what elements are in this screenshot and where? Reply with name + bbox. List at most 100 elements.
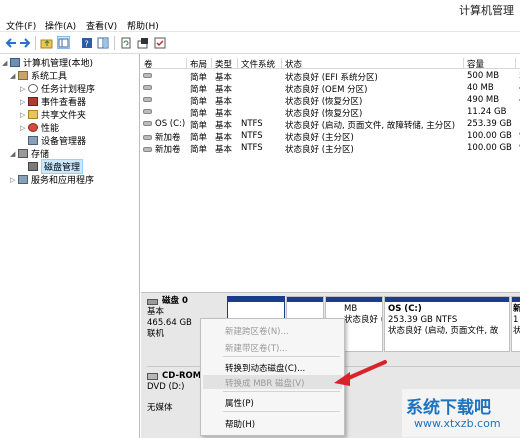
col-status[interactable]: 状态 [282,58,464,70]
col-volume[interactable]: 卷 [141,58,187,70]
table-row[interactable]: 新加卷简单基本NTFS状态良好 (主分区)100.00 GB9 [141,130,520,143]
menu-file[interactable]: 文件(F) [6,19,36,32]
clock-icon [28,84,38,93]
col-type[interactable]: 类型 [212,58,238,70]
table-cell: 新加卷 [143,143,181,155]
table-row[interactable]: 新加卷简单基本NTFS状态良好 (主分区)100.00 GB9 [141,142,520,155]
menu-item-new-spanned-volume[interactable]: 新建跨区卷(N)... [225,325,289,337]
menu-separator [223,391,340,392]
computer-icon [10,58,20,67]
tree-node-event-viewer[interactable]: ▷ 事件查看器 [20,96,86,108]
menu-view[interactable]: 查看(V) [86,19,117,32]
tree-node-device-manager[interactable]: 设备管理器 [28,135,86,147]
menu-action[interactable]: 操作(A) [45,19,76,32]
partition-os-c[interactable]: OS (C:) 253.39 GB NTFS 状态良好 (启动, 页面文件, 故 [384,296,510,352]
partition-os-title: OS (C:) [388,304,422,314]
svg-text:?: ? [84,39,88,48]
disk0-name: 磁盘 0 [162,296,188,306]
menu-item-convert-mbr[interactable]: 转换成 MBR 磁盘(V) [225,377,304,389]
volume-icon [143,97,152,102]
tree-node-task-scheduler[interactable]: ▷ 任务计划程序 [20,83,95,95]
folder-icon [28,110,38,119]
disk0-info[interactable]: 磁盘 0 基本 465.64 GB 联机 [147,296,192,340]
col-filesystem[interactable]: 文件系统 [238,58,282,70]
tree-node-computer-management[interactable]: ◢ 计算机管理(本地) [2,57,93,69]
chevron-right-icon[interactable]: ▷ [20,85,28,93]
table-cell: NTFS [241,119,263,129]
tree-node-shared-folders[interactable]: ▷ 共享文件夹 [20,109,86,121]
partition-new-volume[interactable]: 新1状 [511,296,520,352]
volume-icon [143,135,152,140]
partition-os-status: 状态良好 (启动, 页面文件, 故 [388,326,499,336]
watermark-url: www.xtxzb.com [414,417,501,430]
menu-item-convert-dynamic[interactable]: 转换到动态磁盘(C)... [225,362,305,374]
table-cell: 状态良好 (主分区) [285,145,354,155]
storage-icon [18,149,28,158]
table-cell: OS (C:) [155,119,186,129]
chevron-right-icon[interactable]: ▷ [20,98,28,106]
partition-os-size: 253.39 GB NTFS [388,315,458,325]
table-cell: 253.39 GB [467,119,512,129]
partition-recovery-line3: 状态良好 (恢 [344,315,382,325]
col-capacity[interactable]: 容量 [464,58,516,70]
table-row[interactable]: 简单基本状态良好 (OEM 分区)40 MB4 [141,82,520,95]
services-icon [18,175,28,184]
tools-icon [18,71,28,80]
table-cell [143,107,155,117]
table-cell: 11.24 GB [467,107,507,117]
partition-new-size: 1 [513,315,519,325]
menu-item-properties[interactable]: 属性(P) [225,397,254,409]
table-cell: 100.00 GB [467,131,512,141]
window-title: 计算机管理 [459,4,514,17]
menu-bar: 文件(F) 操作(A) 查看(V) 帮助(H) [0,18,520,32]
chevron-right-icon[interactable]: ▷ [20,124,28,132]
chevron-down-icon[interactable]: ◢ [10,150,18,158]
chevron-right-icon[interactable]: ▷ [10,176,18,184]
table-cell: 500 MB [467,71,500,81]
volume-icon [143,147,152,152]
tree-node-system-tools[interactable]: ◢ 系统工具 [10,70,67,82]
watermark-title: 系统下载吧 [406,398,491,418]
help-icon[interactable]: ? [80,36,93,49]
details-pane-icon[interactable] [96,36,109,49]
table-row[interactable]: OS (C:) 简单 基本 NTFS 状态良好 (启动, 页面文件, 故障转储, 主分区… [141,118,520,131]
table-row[interactable]: 简单基本状态良好 (EFI 系统分区)500 MB5 [141,70,520,83]
disk-context-menu: 新建跨区卷(N)... 新建带区卷(T)... 转换到动态磁盘(C)... 转换… [200,318,345,436]
col-layout[interactable]: 布局 [187,58,212,70]
checklist-icon[interactable] [136,36,149,49]
partition-new-title: 新 [513,304,520,314]
refresh-doc-icon[interactable] [119,36,132,49]
chevron-right-icon[interactable]: ▷ [20,111,28,119]
show-tree-icon[interactable] [57,36,70,49]
forward-arrow-icon[interactable] [18,36,31,49]
menu-item-new-striped-volume[interactable]: 新建带区卷(T)... [225,342,287,354]
navigation-tree: ◢ 计算机管理(本地) ◢ 系统工具 ▷ 任务计划程序 ▷ 事件查看器 ▷ 共享文件夹 ▷… [0,54,140,438]
table-cell: 基本 [215,145,233,155]
menu-help[interactable]: 帮助(H) [127,19,159,32]
table-cell: NTFS [241,143,263,153]
table-row[interactable]: 简单基本状态良好 (恢复分区)490 MB4 [141,94,520,107]
table-cell: NTFS [241,131,263,141]
disk-icon [147,298,158,305]
red-arrow-annotation [334,360,387,386]
menu-item-help[interactable]: 帮助(H) [225,418,255,430]
col-free[interactable] [516,58,520,69]
disk0-size: 465.64 GB [147,318,192,328]
volume-table-header: 卷 布局 类型 文件系统 状态 容量 [141,57,520,70]
tree-node-storage[interactable]: ◢ 存储 [10,148,49,160]
partition-new-status: 状 [513,326,520,336]
toolbar-divider [35,36,36,50]
chevron-down-icon[interactable]: ◢ [2,59,10,67]
toolbar-divider [114,36,115,50]
chevron-down-icon[interactable]: ◢ [10,72,18,80]
table-cell [143,71,155,81]
properties-icon[interactable] [153,36,166,49]
table-cell [143,83,155,93]
table-cell: 新加卷 [155,145,181,155]
back-arrow-icon[interactable] [4,36,17,49]
table-row[interactable]: 简单基本状态良好 (恢复分区)11.24 GB1 [141,106,520,119]
tree-node-services-apps[interactable]: ▷ 服务和应用程序 [10,174,94,186]
tree-node-performance[interactable]: ▷ 性能 [20,122,59,134]
up-folder-icon[interactable] [40,36,53,49]
tree-node-disk-management[interactable]: 磁盘管理 [28,159,84,174]
